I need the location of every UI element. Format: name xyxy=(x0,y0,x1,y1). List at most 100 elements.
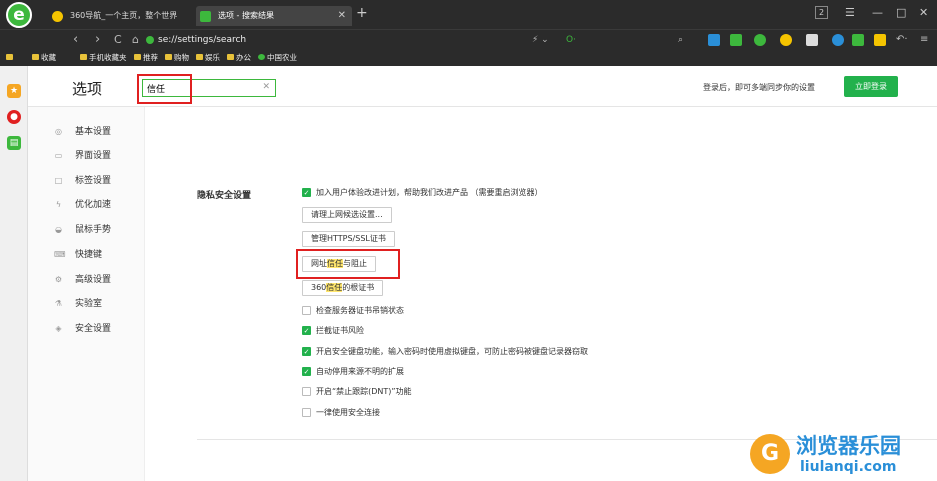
tab-settings-search[interactable]: 选项 - 搜索结果 ✕ xyxy=(196,6,352,26)
shield-icon: ◈ xyxy=(55,324,62,333)
manage-certificates-button[interactable]: 管理HTTPS/SSL证书 xyxy=(302,231,395,247)
close-button[interactable]: ✕ xyxy=(919,6,928,19)
forward-button[interactable]: › xyxy=(95,31,100,49)
nav-label: 鼠标手势 xyxy=(75,225,112,235)
nav-label: 界面设置 xyxy=(75,151,112,161)
lightning-icon: ϟ xyxy=(55,200,62,209)
shield-icon[interactable] xyxy=(780,34,792,46)
checkbox-unchecked[interactable] xyxy=(302,306,311,315)
option-cert-revocation[interactable]: 检查服务器证书吊销状态 xyxy=(302,304,404,318)
clear-search-icon[interactable]: ✕ xyxy=(262,82,270,92)
login-button[interactable]: 立即登录 xyxy=(844,76,898,97)
new-tab-button[interactable]: + xyxy=(356,5,368,21)
option-label: 检查服务器证书吊销状态 xyxy=(316,306,404,315)
bookmark-favorites[interactable]: 收藏 xyxy=(32,49,56,66)
option-dnt[interactable]: 开启“禁止跟踪(DNT)”功能 xyxy=(302,385,412,399)
window-icon: ▭ xyxy=(54,151,63,160)
option-cert-risk[interactable]: ✓ 拦截证书风险 xyxy=(302,324,364,338)
menu-icon[interactable]: ☰ xyxy=(845,6,855,19)
nav-item-basic[interactable]: ◎ 基本设置 xyxy=(50,123,140,141)
screenshot-icon[interactable] xyxy=(806,34,818,46)
proxy-settings-button[interactable]: 请理上网候选设置... xyxy=(302,207,392,223)
nav-item-interface[interactable]: ▭ 界面设置 xyxy=(50,147,140,165)
address-bar[interactable]: se://settings/search xyxy=(146,32,246,48)
minimize-button[interactable]: — xyxy=(872,6,883,19)
home-button[interactable]: ⌂ xyxy=(132,31,139,49)
nav-item-shortcuts[interactable]: ⌨ 快捷键 xyxy=(50,246,140,264)
nav-label: 安全设置 xyxy=(75,324,112,334)
header-divider xyxy=(28,106,937,107)
bookmark-recommend[interactable]: 推荐 xyxy=(134,49,158,66)
checkbox-unchecked[interactable] xyxy=(302,408,311,417)
option-label: 拦截证书风险 xyxy=(316,326,364,335)
watermark-logo: G 浏览器乐园 liulanqi.com xyxy=(750,428,930,480)
nav-item-optimize[interactable]: ϟ 优化加速 xyxy=(50,196,140,214)
maximize-button[interactable]: □ xyxy=(896,6,906,19)
option-secure-keyboard[interactable]: ✓ 开启安全键盘功能，输入密码时使用虚拟键盘，可防止密码被键盘记录器窃取 xyxy=(302,345,588,359)
bookmarks-bar: ᐊ 收藏 手机收藏夹 推荐 购物 娱乐 办公 中国农业 xyxy=(0,49,937,66)
reload-button[interactable]: C xyxy=(114,31,122,49)
watermark-text-cn: 浏览器乐园 xyxy=(796,433,901,458)
basic-settings-icon: ◎ xyxy=(55,127,62,136)
lightning-icon[interactable]: ⚡ ⌄ xyxy=(532,31,549,49)
option-label: 加入用户体验改进计划，帮助我们改进产品 （需要重启浏览器） xyxy=(316,188,543,197)
gear-icon: ⚙ xyxy=(54,275,63,284)
bookmarks-toggle-icon[interactable]: ᐊ xyxy=(6,49,13,66)
video-icon[interactable] xyxy=(708,34,720,46)
watermark-text-en: liulanqi.com xyxy=(800,459,897,475)
nav-label: 快捷键 xyxy=(75,250,103,260)
nav-item-advanced[interactable]: ⚙ 高级设置 xyxy=(50,271,140,289)
weibo-icon[interactable]: ● xyxy=(7,110,21,124)
more-menu-icon[interactable]: ≡ xyxy=(920,31,928,49)
find-icon[interactable] xyxy=(832,34,844,46)
bookmark-mobile[interactable]: 手机收藏夹 xyxy=(80,49,127,66)
extension-icon[interactable] xyxy=(754,34,766,46)
search-icon[interactable]: ⌕ xyxy=(678,31,683,49)
nav-item-lab[interactable]: ⚗ 实验室 xyxy=(50,295,140,313)
title-bar: e 360导航_一个主页，整个世界 选项 - 搜索结果 ✕ + 2 ☰ — □ … xyxy=(0,0,937,29)
page-title: 选项 xyxy=(72,80,103,98)
option-label: 一律使用安全连接 xyxy=(316,408,380,417)
tab-close-icon[interactable]: ✕ xyxy=(338,6,346,26)
option-label: 开启安全键盘功能，输入密码时使用虚拟键盘，可防止密码被键盘记录器窃取 xyxy=(316,347,588,356)
checkbox-checked[interactable]: ✓ xyxy=(302,347,311,356)
checkbox-checked[interactable]: ✓ xyxy=(302,367,311,376)
watermark-icon: G xyxy=(750,434,790,474)
nav-item-security[interactable]: ◈ 安全设置 xyxy=(50,320,140,338)
bookmark-agriculture[interactable]: 中国农业 xyxy=(258,49,297,66)
tab-count-badge[interactable]: 2 xyxy=(815,6,829,19)
scissors-icon[interactable] xyxy=(730,34,742,46)
checkbox-checked[interactable]: ✓ xyxy=(302,188,311,197)
button-label: 360 xyxy=(311,283,327,292)
search-engine-icon[interactable]: O· xyxy=(566,31,576,49)
nav-item-mouse-gesture[interactable]: ◒ 鼠标手势 xyxy=(50,221,140,239)
nav-item-tabs[interactable]: □ 标签设置 xyxy=(50,172,140,190)
browser-logo-icon[interactable]: e xyxy=(6,2,32,28)
option-always-https[interactable]: 一律使用安全连接 xyxy=(302,406,380,420)
nav-label: 优化加速 xyxy=(75,200,112,210)
option-ux-program[interactable]: ✓ 加入用户体验改进计划，帮助我们改进产品 （需要重启浏览器） xyxy=(302,186,543,200)
bookmark-office[interactable]: 办公 xyxy=(227,49,251,66)
tab-360-nav[interactable]: 360导航_一个主页，整个世界 xyxy=(48,6,188,26)
section-title: 隐私安全设置 xyxy=(197,191,252,201)
search-highlight-box xyxy=(137,74,192,104)
checkbox-unchecked[interactable] xyxy=(302,387,311,396)
grid-icon[interactable] xyxy=(874,34,886,46)
checkbox-checked[interactable]: ✓ xyxy=(302,326,311,335)
app-store-icon[interactable]: ▤ xyxy=(7,136,21,150)
star-icon[interactable]: ★ xyxy=(7,84,21,98)
nav-label: 高级设置 xyxy=(75,275,112,285)
bookmark-entertainment[interactable]: 娱乐 xyxy=(196,49,220,66)
keyboard-icon: ⌨ xyxy=(54,250,66,259)
button-label: 的根证书 xyxy=(342,283,375,292)
undo-icon[interactable]: ↶· xyxy=(896,31,908,49)
nav-label: 实验室 xyxy=(75,299,103,309)
navigation-bar: ‹ › C ⌂ se://settings/search ⚡ ⌄ O· ⌕ ↶·… xyxy=(0,29,937,49)
360-nav-icon xyxy=(52,11,63,22)
back-button[interactable]: ‹ xyxy=(73,31,78,49)
app-icon[interactable] xyxy=(852,34,864,46)
trusted-root-certificates-button[interactable]: 360信任的根证书 xyxy=(302,280,384,296)
tab-title: 360导航_一个主页，整个世界 xyxy=(70,11,178,20)
bookmark-shopping[interactable]: 购物 xyxy=(165,49,189,66)
option-disable-unknown-extensions[interactable]: ✓ 自动停用来源不明的扩展 xyxy=(302,365,404,379)
